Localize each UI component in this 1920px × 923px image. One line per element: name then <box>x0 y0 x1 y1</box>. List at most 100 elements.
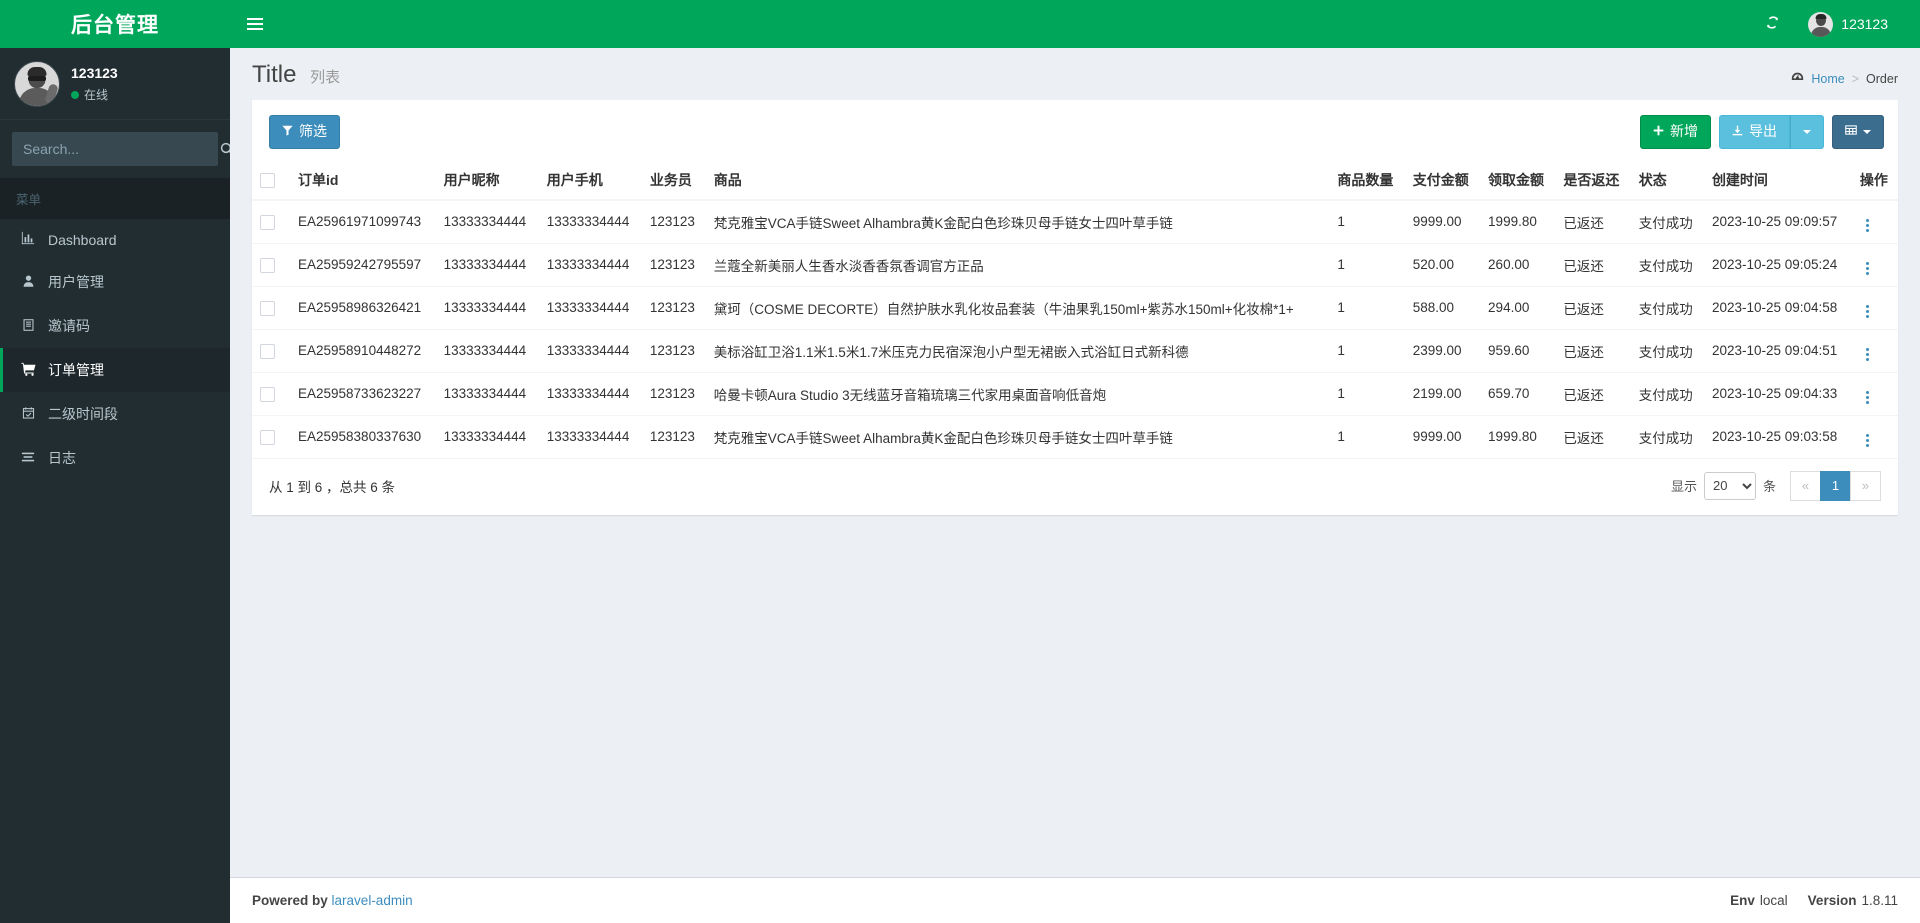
footer-env-value: local <box>1759 893 1788 908</box>
cell-status: 支付成功 <box>1630 199 1704 244</box>
cell-pay-amount: 520.00 <box>1404 242 1481 287</box>
sidebar-item-label: 邀请码 <box>48 318 90 334</box>
caret-down-icon <box>1803 130 1811 135</box>
vertical-ellipsis-icon[interactable] <box>1860 217 1875 234</box>
col-returned[interactable]: 是否返还 <box>1555 160 1631 201</box>
sidebar-item-logs[interactable]: 日志 <box>0 436 230 480</box>
column-selector-button[interactable] <box>1832 115 1884 149</box>
col-nickname[interactable]: 用户昵称 <box>435 160 539 201</box>
cell-receive-amount: 294.00 <box>1480 285 1556 330</box>
calendar-check-icon <box>19 406 37 423</box>
sidebar-item-users[interactable]: 用户管理 <box>0 260 230 304</box>
rows-summary: 从 1 到 6 ，总共 6 条 <box>269 479 396 495</box>
row-select-cell <box>252 328 290 373</box>
vertical-ellipsis-icon[interactable] <box>1860 389 1875 406</box>
page-subtitle: 列表 <box>310 69 341 86</box>
col-product[interactable]: 商品 <box>705 160 1330 201</box>
sidebar-menu-header: 菜单 <box>0 178 230 219</box>
search-icon[interactable] <box>214 133 230 165</box>
col-created-at[interactable]: 创建时间 <box>1703 160 1852 201</box>
footer-meta: Env local Version 1.8.11 <box>1730 893 1898 908</box>
sidebar-menu: Dashboard 用户管理 邀请码 订单管理 二级时间段 日志 <box>0 219 230 480</box>
page-title: Title 列表 <box>252 61 341 88</box>
row-checkbox[interactable] <box>260 343 275 359</box>
col-order-id[interactable]: 订单id <box>290 160 436 201</box>
caret-down-icon <box>1863 130 1871 135</box>
col-actions: 操作 <box>1851 160 1898 201</box>
cell-order-id: EA25958910448272 <box>290 328 436 373</box>
row-select-cell <box>252 414 290 458</box>
select-all-checkbox[interactable] <box>260 173 275 189</box>
table-icon <box>1845 122 1857 142</box>
pagination-next[interactable]: » <box>1850 470 1881 501</box>
sidebar-item-label: 用户管理 <box>48 274 104 290</box>
add-new-button[interactable]: 新增 <box>1640 115 1711 149</box>
cell-returned: 已返还 <box>1555 242 1631 287</box>
col-salesman[interactable]: 业务员 <box>641 160 706 201</box>
breadcrumb-home[interactable]: Home <box>1811 72 1844 86</box>
cell-qty: 1 <box>1329 199 1405 244</box>
cell-salesman: 123123 <box>641 242 706 287</box>
table-row[interactable]: EA25958380337630 13333334444 13333334444 12… <box>252 414 1898 458</box>
export-dropdown-toggle[interactable] <box>1790 115 1824 149</box>
sidebar-item-second-timeslot[interactable]: 二级时间段 <box>0 392 230 436</box>
table-row[interactable]: EA25958986326421 13333334444 13333334444 12… <box>252 285 1898 330</box>
dashboard-icon <box>1791 71 1804 87</box>
pagination-page-1[interactable]: 1 <box>1820 470 1851 501</box>
refresh-button[interactable] <box>1751 0 1794 48</box>
search-input[interactable] <box>13 141 214 157</box>
sidebar-toggle-button[interactable] <box>230 0 280 48</box>
row-select-cell <box>252 242 290 287</box>
export-button[interactable]: 导出 <box>1719 115 1790 149</box>
sidebar-item-orders[interactable]: 订单管理 <box>0 348 230 392</box>
filter-button[interactable]: 筛选 <box>269 115 340 149</box>
table-row[interactable]: EA25959242795597 13333334444 13333334444 12… <box>252 242 1898 287</box>
footer-version-label: Version <box>1807 893 1857 908</box>
col-status[interactable]: 状态 <box>1630 160 1704 201</box>
table-row[interactable]: EA25958910448272 13333334444 13333334444 12… <box>252 328 1898 373</box>
vertical-ellipsis-icon[interactable] <box>1860 303 1875 320</box>
row-actions-cell <box>1851 199 1898 244</box>
footer-env-label: Env <box>1730 893 1755 908</box>
cell-phone: 13333334444 <box>538 414 642 458</box>
grid-footer: 从 1 到 6 ，总共 6 条 显示 10203050100 条 « 1 » <box>252 457 1898 515</box>
vertical-ellipsis-icon[interactable] <box>1860 346 1875 363</box>
cell-salesman: 123123 <box>641 328 706 373</box>
col-qty[interactable]: 商品数量 <box>1329 160 1405 201</box>
footer-version: Version 1.8.11 <box>1808 893 1898 908</box>
table-row[interactable]: EA25958733623227 13333334444 13333334444 12… <box>252 371 1898 416</box>
col-phone[interactable]: 用户手机 <box>538 160 642 201</box>
cell-salesman: 123123 <box>641 371 706 416</box>
sidebar-user-name: 123123 <box>71 65 118 81</box>
content-wrapper: 123123 Title 列表 Home > Order 筛选 新增 导出 订单… <box>230 0 1920 923</box>
col-pay-amount[interactable]: 支付金额 <box>1404 160 1481 201</box>
sidebar-item-label: Dashboard <box>48 231 117 248</box>
row-checkbox[interactable] <box>260 300 275 316</box>
pagination-controls: 显示 10203050100 条 « 1 » <box>1670 470 1881 501</box>
per-page-select[interactable]: 10203050100 <box>1703 471 1756 500</box>
row-checkbox[interactable] <box>260 386 275 402</box>
cell-nickname: 13333334444 <box>435 199 539 244</box>
avatar <box>14 60 60 107</box>
row-checkbox[interactable] <box>260 257 275 273</box>
cell-order-id: EA25958733623227 <box>290 371 436 416</box>
footer-powered-label: Powered by <box>252 893 328 908</box>
vertical-ellipsis-icon[interactable] <box>1860 432 1875 449</box>
sidebar: 后台管理 123123 在线 Search... 菜单 Dashboard 用户… <box>0 0 230 923</box>
filter-button-label: 筛选 <box>299 123 327 140</box>
footer-powered-link[interactable]: laravel-admin <box>332 893 413 908</box>
row-checkbox[interactable] <box>260 214 275 230</box>
sidebar-item-invite-code[interactable]: 邀请码 <box>0 304 230 348</box>
sidebar-item-dashboard[interactable]: Dashboard <box>0 219 230 260</box>
row-checkbox[interactable] <box>260 429 275 445</box>
table-row[interactable]: EA25961971099743 13333334444 13333334444 12… <box>252 199 1898 244</box>
vertical-ellipsis-icon[interactable] <box>1860 260 1875 277</box>
footer-env: Env local <box>1730 893 1788 908</box>
app-root: 后台管理 123123 在线 Search... 菜单 Dashboard 用户… <box>0 0 1920 923</box>
pagination-prev[interactable]: « <box>1790 470 1821 501</box>
app-logo[interactable]: 后台管理 <box>0 0 230 48</box>
cell-qty: 1 <box>1329 328 1405 373</box>
user-menu-button[interactable]: 123123 <box>1794 0 1902 48</box>
col-receive-amount[interactable]: 领取金额 <box>1480 160 1556 201</box>
per-page-label: 显示 <box>1670 479 1697 495</box>
